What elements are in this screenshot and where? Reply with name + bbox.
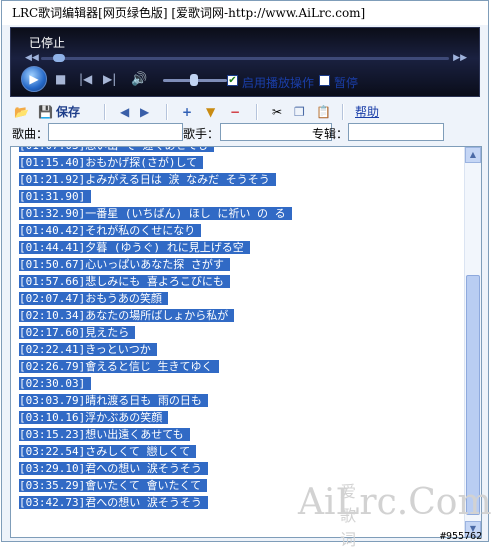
paste-icon[interactable]: 📋 <box>316 103 331 121</box>
lyric-text: [01:40.42]それが私のくせになり <box>19 224 202 237</box>
enable-playback-checkbox[interactable]: ✔ <box>227 75 238 86</box>
previous-track-icon[interactable]: |◀ <box>79 72 92 86</box>
forward-small-icon[interactable]: ▶▶ <box>453 53 467 63</box>
lyric-text: [02:17.60]見えたら <box>19 326 136 339</box>
lyric-text: [01:31.90] <box>19 190 92 203</box>
lyric-line[interactable]: [03:10.16]浮かぶあの笑顔 <box>19 409 292 426</box>
cut-icon[interactable]: ✂ <box>272 103 282 121</box>
save-icon[interactable]: 💾 <box>38 103 53 121</box>
lyric-text: [02:26.79]會えると信じ 生きてゆく <box>19 360 219 373</box>
help-link[interactable]: 帮助 <box>355 103 379 121</box>
lyric-text: [02:10.34]あなたの場所ばしょから私が <box>19 309 235 322</box>
copy-icon[interactable]: ❐ <box>294 103 305 121</box>
lyric-line[interactable]: [01:21.92]よみがえる日は 涙 なみだ そうそう <box>19 171 292 188</box>
song-label: 歌曲： <box>12 127 49 141</box>
lyric-text: [01:57.66]悲しみにも 喜よろこびにも <box>19 275 230 288</box>
seek-bar[interactable]: ◀◀ ▶▶ <box>19 53 471 65</box>
add-icon[interactable]: + <box>182 103 192 121</box>
lyric-text: [03:35.29]會いたくて 會いたくて <box>19 479 208 492</box>
lyric-text: [03:15.23]想い出遠くあせても <box>19 428 190 441</box>
pause-checkbox[interactable] <box>319 75 330 86</box>
lyric-text: [01:07.03]想い出 で 遠くあせても <box>19 147 214 152</box>
media-player: 已停止 ◀◀ ▶▶ ▶ ■ |◀ ▶| 🔊 ✔ 启用播放操作 暂停 <box>10 27 480 97</box>
volume-thumb[interactable] <box>190 74 198 86</box>
vertical-scrollbar[interactable]: ▲ ▼ <box>464 147 481 537</box>
lyric-text: [03:42.73]君への想い 涙そうそう <box>19 496 208 509</box>
lyric-line[interactable]: [01:15.40]おもかげ探(さが)して <box>19 154 292 171</box>
next-track-icon[interactable]: ▶| <box>103 72 116 86</box>
lyric-text: [03:03.79]晴れ渡る日も 雨の日も <box>19 394 208 407</box>
lyric-line[interactable]: [01:57.66]悲しみにも 喜よろこびにも <box>19 273 292 290</box>
toolbar: 📂 💾 保存 ◀ ▶ + ▼ − ✂ ❐ 📋 帮助 <box>10 102 480 122</box>
album-label: 专辑： <box>312 127 349 141</box>
lyric-line[interactable]: [01:32.90]一番星 (いちばん) ほし に祈い の る <box>19 205 292 222</box>
lyric-line[interactable]: [03:03.79]晴れ渡る日も 雨の日も <box>19 392 292 409</box>
player-status: 已停止 <box>29 36 66 50</box>
down-icon[interactable]: ▼ <box>206 103 215 121</box>
metadata-fields: 歌曲： 歌手： 专辑： <box>10 123 480 143</box>
prev-icon[interactable]: ◀ <box>120 103 129 121</box>
lyric-line[interactable]: [01:50.67]心いっぱいあなた探 さがす <box>19 256 292 273</box>
pause-label: 暂停 <box>334 76 359 90</box>
song-input[interactable] <box>48 123 183 141</box>
lyric-text: [02:30.03] <box>19 377 92 390</box>
seek-thumb[interactable] <box>53 54 65 62</box>
album-input[interactable] <box>348 123 444 141</box>
lyric-text: [02:07.47]おもうあの笑顔 <box>19 292 168 305</box>
app-window: LRC歌词编辑器[网页绿色版] [爱歌词网-http://www.AiLrc.c… <box>1 0 489 542</box>
next-icon[interactable]: ▶ <box>140 103 149 121</box>
lyric-text: [01:44.41]夕暮 (ゆうぐ) れに見上げる空 <box>19 241 250 254</box>
lyric-line[interactable]: [03:15.23]想い出遠くあせても <box>19 426 292 443</box>
image-id-badge: #955762 <box>440 531 483 542</box>
lyric-line[interactable]: [02:17.60]見えたら <box>19 324 292 341</box>
window-title: LRC歌词编辑器[网页绿色版] [爱歌词网-http://www.AiLrc.c… <box>2 1 488 25</box>
lyric-text: [02:22.41]きっといつか <box>19 343 157 356</box>
lyric-line[interactable]: [01:31.90] <box>19 188 292 205</box>
open-icon[interactable]: 📂 <box>14 103 29 121</box>
lyric-line[interactable]: [01:44.41]夕暮 (ゆうぐ) れに見上げる空 <box>19 239 292 256</box>
lyric-text: [01:21.92]よみがえる日は 涙 なみだ そうそう <box>19 173 276 186</box>
lyric-line[interactable]: [02:30.03] <box>19 375 292 392</box>
singer-label: 歌手： <box>183 127 220 141</box>
lyric-text: [03:29.10]君への想い 涙そうそう <box>19 462 208 475</box>
lyric-line[interactable]: [03:29.10]君への想い 涙そうそう <box>19 460 292 477</box>
stop-icon[interactable]: ■ <box>55 72 66 86</box>
lyric-text: [01:15.40]おもかげ探(さが)して <box>19 156 204 169</box>
lyric-line[interactable]: [02:10.34]あなたの場所ばしょから私が <box>19 307 292 324</box>
play-icon: ▶ <box>29 72 39 86</box>
lyrics-list: [01:07.03]想い出 で 遠くあせても [01:15.40]おもかげ探(さが… <box>19 147 292 511</box>
lyric-line[interactable]: [01:07.03]想い出 で 遠くあせても <box>19 147 292 154</box>
rewind-small-icon[interactable]: ◀◀ <box>25 53 39 63</box>
lyric-text: [01:32.90]一番星 (いちばん) ほし に祈い の る <box>19 207 292 220</box>
lyric-line[interactable]: [01:40.42]それが私のくせになり <box>19 222 292 239</box>
remove-icon[interactable]: − <box>230 103 240 121</box>
lyric-text: [01:50.67]心いっぱいあなた探 さがす <box>19 258 230 271</box>
scroll-thumb[interactable] <box>466 275 480 515</box>
seek-track[interactable] <box>41 57 449 60</box>
lyric-text: [03:10.16]浮かぶあの笑顔 <box>19 411 169 424</box>
enable-playback-label: 启用播放操作 <box>242 76 315 90</box>
volume-icon[interactable]: 🔊 <box>131 72 147 87</box>
lyric-line[interactable]: [03:42.73]君への想い 涙そうそう <box>19 494 292 511</box>
lyric-line[interactable]: [02:26.79]會えると信じ 生きてゆく <box>19 358 292 375</box>
lyric-line[interactable]: [02:07.47]おもうあの笑顔 <box>19 290 292 307</box>
lyric-text: [03:22.54]さみしくて 戀しくて <box>19 445 197 458</box>
lyric-line[interactable]: [03:22.54]さみしくて 戀しくて <box>19 443 292 460</box>
scroll-up-icon[interactable]: ▲ <box>465 147 481 163</box>
lyrics-editor[interactable]: [01:07.03]想い出 で 遠くあせても [01:15.40]おもかげ探(さが… <box>10 146 482 538</box>
lyric-line[interactable]: [02:22.41]きっといつか <box>19 341 292 358</box>
save-button[interactable]: 保存 <box>56 103 80 121</box>
lyric-line[interactable]: [03:35.29]會いたくて 會いたくて <box>19 477 292 494</box>
play-button[interactable]: ▶ <box>21 66 47 92</box>
